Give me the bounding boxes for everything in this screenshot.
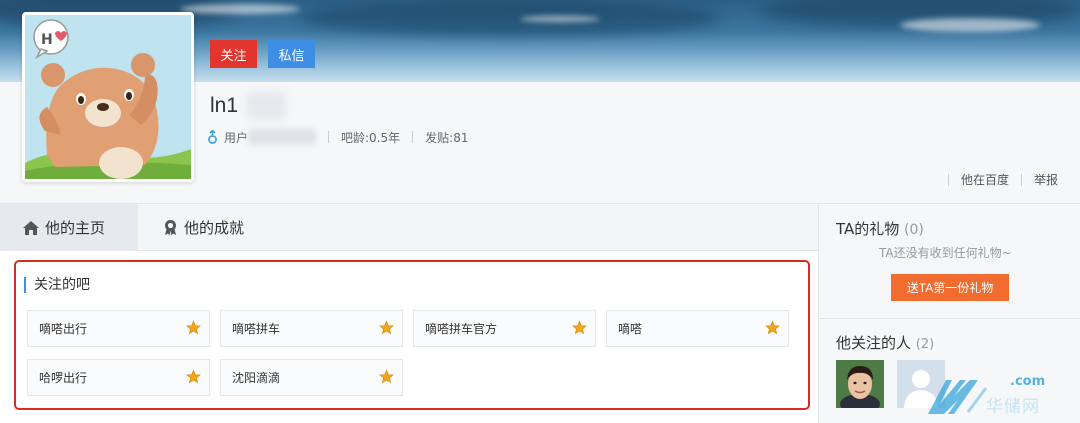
gender-male-icon — [207, 129, 218, 145]
user-meta: 用户 吧龄:0.5年 发贴:81 — [207, 128, 468, 146]
star-icon — [765, 319, 780, 338]
forum-name: 哈啰出行 — [39, 371, 88, 385]
star-icon — [186, 368, 201, 387]
post-count: 发贴:81 — [425, 130, 469, 145]
following-title-label: 他关注的人 — [836, 334, 912, 352]
meta-divider — [412, 131, 414, 143]
redacted-user-id — [248, 129, 317, 145]
star-icon — [186, 319, 201, 338]
avatar-badge-text: H — [41, 32, 53, 48]
forum-item[interactable]: 嘀嗒拼车官方 — [413, 310, 596, 347]
tab-bar: 他的主页 他的成就 — [0, 204, 818, 251]
main-content: 他的主页 他的成就 关注的吧 嘀嗒出行 嘀嗒拼车 嘀嗒拼车官方 嘀嗒 哈啰出行 … — [0, 204, 818, 423]
forum-name: 沈阳滴滴 — [232, 371, 281, 385]
forum-item[interactable]: 嘀嗒 — [606, 310, 789, 347]
following-title: 他关注的人 (2) — [836, 332, 934, 353]
forum-name: 嘀嗒 — [618, 322, 643, 336]
meta-divider — [328, 131, 330, 143]
tab-achievements[interactable]: 他的成就 — [162, 204, 244, 251]
following-count: (2) — [915, 337, 935, 352]
default-user-avatar[interactable] — [897, 360, 945, 408]
gifts-title: TA的礼物 (0) — [836, 218, 924, 239]
link-divider — [1020, 173, 1022, 186]
send-gift-button[interactable]: 送TA第一份礼物 — [891, 274, 1009, 301]
star-icon — [379, 368, 394, 387]
forum-name: 嘀嗒出行 — [39, 322, 88, 336]
forum-item[interactable]: 沈阳滴滴 — [220, 359, 403, 396]
forum-item[interactable]: 哈啰出行 — [27, 359, 210, 396]
followed-forums-section: 关注的吧 嘀嗒出行 嘀嗒拼车 嘀嗒拼车官方 嘀嗒 哈啰出行 沈阳滴滴 — [14, 260, 810, 410]
medal-icon — [162, 219, 179, 236]
tab-home[interactable]: 他的主页 — [0, 204, 138, 251]
avatar[interactable]: H — [22, 12, 194, 182]
section-title: 关注的吧 — [24, 277, 90, 293]
forum-age: 吧龄:0.5年 — [341, 130, 401, 145]
home-icon — [22, 220, 40, 236]
sidebar: TA的礼物 (0) TA还没有收到任何礼物~ 送TA第一份礼物 他关注的人 (2… — [818, 204, 1080, 423]
forum-name: 嘀嗒拼车官方 — [425, 322, 498, 336]
followed-user-avatar[interactable] — [836, 360, 884, 408]
user-id-label: 用户 — [224, 130, 249, 145]
message-button[interactable]: 私信 — [268, 40, 315, 68]
forum-name: 嘀嗒拼车 — [232, 322, 281, 336]
redacted-username — [246, 92, 286, 120]
tab-home-label: 他的主页 — [45, 219, 106, 237]
star-icon — [379, 319, 394, 338]
forum-item[interactable]: 嘀嗒出行 — [27, 310, 210, 347]
profile-links: 他在百度 举报 — [936, 171, 1058, 188]
tab-achievements-label: 他的成就 — [184, 219, 245, 237]
sidebar-divider — [819, 318, 1080, 319]
gifts-count: (0) — [904, 222, 924, 238]
report-link[interactable]: 举报 — [1034, 171, 1058, 188]
link-divider — [947, 173, 949, 186]
gifts-title-label: TA的礼物 — [836, 220, 900, 238]
gifts-empty-note: TA还没有收到任何礼物~ — [879, 246, 1012, 260]
baidu-link[interactable]: 他在百度 — [961, 171, 1009, 188]
forum-item[interactable]: 嘀嗒拼车 — [220, 310, 403, 347]
star-icon — [572, 319, 587, 338]
follow-button[interactable]: 关注 — [210, 40, 257, 68]
bear-avatar-illustration: H — [25, 15, 191, 179]
username: ln1 — [210, 94, 239, 117]
